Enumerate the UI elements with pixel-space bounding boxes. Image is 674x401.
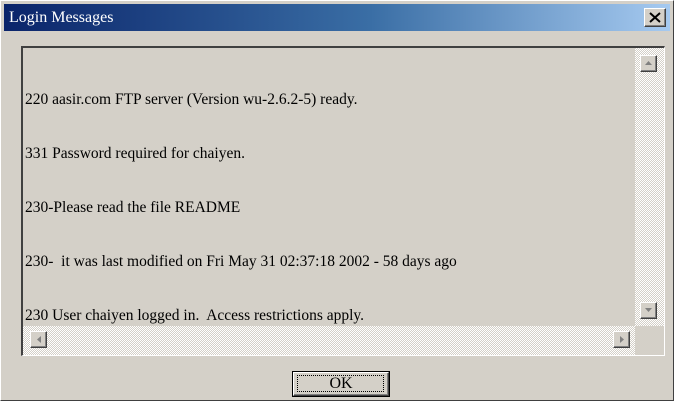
message-line: 230-Please read the file README	[25, 199, 241, 216]
scrollbar-corner	[635, 326, 664, 355]
scroll-down-button[interactable]	[640, 302, 657, 319]
ok-button[interactable]: OK	[292, 371, 390, 397]
arrow-down-icon	[645, 308, 652, 312]
window-title: Login Messages	[9, 9, 114, 26]
message-line: 220 aasir.com FTP server (Version wu-2.6…	[25, 91, 358, 108]
message-line: 230 User chaiyen logged in. Access restr…	[25, 307, 365, 324]
arrow-up-icon	[645, 61, 652, 65]
message-line: 230- it was last modified on Fri May 31 …	[25, 253, 457, 270]
scroll-left-button[interactable]	[30, 331, 47, 348]
close-icon	[649, 12, 661, 23]
scroll-right-button[interactable]	[613, 331, 630, 348]
arrow-right-icon	[620, 336, 624, 343]
scroll-up-button[interactable]	[640, 55, 657, 72]
login-messages-dialog: Login Messages 220 aasir.com FTP server …	[0, 0, 674, 401]
message-line: 331 Password required for chaiyen.	[25, 145, 245, 162]
messages-text: 220 aasir.com FTP server (Version wu-2.6…	[25, 55, 635, 325]
messages-textarea[interactable]: 220 aasir.com FTP server (Version wu-2.6…	[21, 46, 665, 356]
arrow-left-icon	[37, 336, 41, 343]
close-button[interactable]	[644, 8, 666, 27]
ok-button-label: OK	[329, 375, 353, 392]
vertical-scrollbar[interactable]	[635, 48, 664, 326]
title-bar[interactable]: Login Messages	[4, 4, 670, 31]
horizontal-scrollbar[interactable]	[23, 326, 635, 355]
